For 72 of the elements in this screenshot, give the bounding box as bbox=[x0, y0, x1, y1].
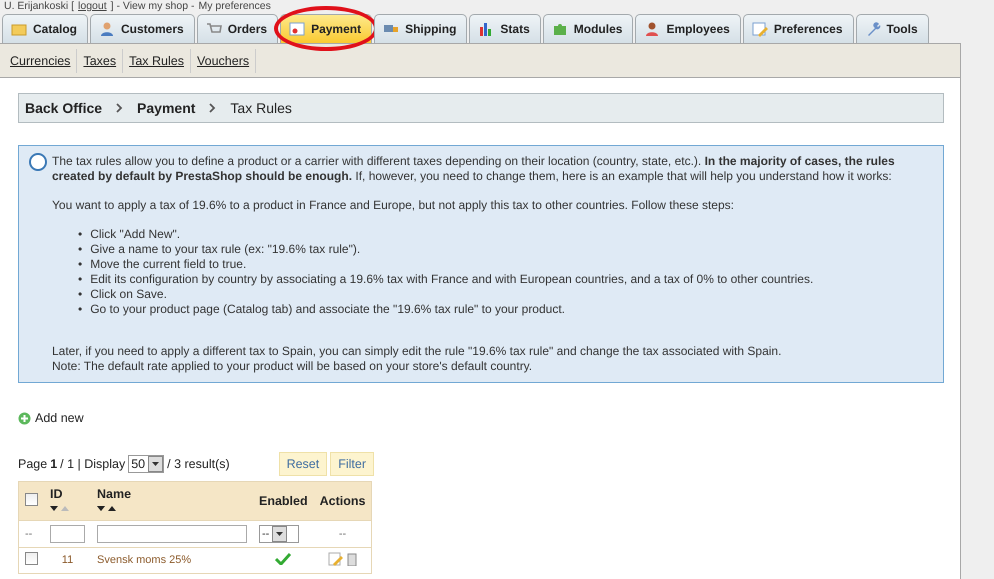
info-text: The tax rules allow you to define a product or a carrier with different taxes depending on their location (country, state, etc.). In the majority of cases, the rules created by default by PrestaShop should be enough. If, however, you need to change them, here is an example that will help you understand how it works: bbox=[52, 154, 896, 184]
page-total: / 1 | Display bbox=[60, 456, 126, 470]
results-count: / 3 result(s) bbox=[167, 456, 230, 470]
subtab-link[interactable]: Currencies bbox=[4, 48, 78, 72]
nav-tab[interactable]: Tools bbox=[856, 14, 929, 43]
caret-icon bbox=[152, 462, 160, 466]
pencil-icon bbox=[752, 21, 768, 37]
sort-arrows-icon bbox=[50, 504, 70, 512]
step-item: Edit its configuration by country by associating a 19.6% tax with France and with European countries, and a tax of 0% to other countries. bbox=[90, 272, 814, 287]
chevron-icon bbox=[209, 103, 216, 113]
step-item: Click "Add New". bbox=[90, 227, 180, 242]
add-new-link[interactable]: Add new bbox=[18, 411, 84, 425]
caret-icon bbox=[276, 532, 284, 536]
column-header: Actions bbox=[314, 481, 372, 520]
subtab-link[interactable]: Taxes bbox=[77, 48, 124, 72]
id-filter-field[interactable] bbox=[50, 524, 85, 542]
filter-button[interactable]: Filter bbox=[330, 452, 374, 476]
display-select[interactable]: 50 bbox=[128, 454, 164, 472]
nav-tab[interactable]: Preferences bbox=[742, 14, 854, 43]
column-header[interactable]: Name bbox=[91, 481, 253, 520]
table-cell: Svensk moms 25% bbox=[97, 554, 192, 566]
nav-tab[interactable]: Stats bbox=[469, 14, 541, 43]
preferences-link[interactable]: My preferences bbox=[198, 0, 271, 13]
breadcrumb-item[interactable]: Tax Rules bbox=[230, 100, 292, 116]
plus-icon bbox=[18, 412, 30, 424]
nav-tab[interactable]: Modules bbox=[542, 14, 634, 43]
breadcrumb-item[interactable]: Back Office bbox=[25, 100, 102, 116]
employee-icon bbox=[644, 21, 660, 37]
view-shop-text: ] - View my shop - bbox=[110, 0, 194, 13]
bullet: • bbox=[78, 257, 82, 272]
info-text: You want to apply a tax of 19.6% to a product in France and Europe, but not apply this tax to other countries. Follow these steps: bbox=[52, 198, 735, 213]
trash-icon[interactable] bbox=[347, 552, 358, 566]
name-filter-field[interactable] bbox=[97, 524, 247, 542]
sort-arrows-icon bbox=[97, 504, 117, 512]
nav-tab[interactable]: Payment bbox=[280, 14, 372, 43]
card-icon bbox=[289, 21, 306, 37]
step-item: Go to your product page (Catalog tab) and associate the "19.6% tax rule" to your product. bbox=[90, 302, 565, 317]
table-cell: -- bbox=[18, 520, 44, 547]
bullet: • bbox=[78, 272, 82, 287]
bullet: • bbox=[78, 287, 82, 302]
checkbox[interactable] bbox=[25, 492, 38, 506]
nav-tab[interactable]: Orders bbox=[196, 14, 278, 43]
nav-tab[interactable]: Customers bbox=[90, 14, 195, 43]
check-icon[interactable] bbox=[275, 552, 292, 564]
nav-tab[interactable]: Catalog bbox=[2, 14, 88, 43]
nav-tab[interactable]: Employees bbox=[635, 14, 741, 43]
nav-tab[interactable]: Shipping bbox=[374, 14, 468, 43]
table-cell: 11 bbox=[44, 547, 91, 573]
note-text: Later, if you need to apply a different tax to Spain, you can simply edit the rule "19.6% tax rule" and change the tax associated with Spain. bbox=[52, 344, 782, 359]
user-name: U. Erijankoski [ bbox=[4, 0, 74, 13]
step-item: Move the current field to true. bbox=[90, 257, 246, 272]
bullet: • bbox=[78, 302, 82, 317]
page-label: Page bbox=[18, 456, 48, 470]
subtab-link[interactable]: Vouchers bbox=[190, 48, 256, 72]
step-item: Give a name to your tax rule (ex: "19.6% tax rule"). bbox=[90, 242, 360, 257]
column-header: Enabled bbox=[253, 481, 314, 520]
page-number: 1 bbox=[50, 456, 58, 470]
breadcrumb-item[interactable]: Payment bbox=[137, 100, 196, 116]
bullet: • bbox=[78, 242, 82, 257]
step-item: Click on Save. bbox=[90, 287, 167, 302]
column-header[interactable]: ID bbox=[44, 481, 91, 520]
table-cell: -- bbox=[314, 520, 372, 547]
note-text: Note: The default rate applied to your product will be based on your store's default country. bbox=[52, 359, 534, 374]
enabled-select[interactable]: -- bbox=[259, 524, 299, 542]
chevron-icon bbox=[116, 103, 124, 113]
person-icon bbox=[99, 21, 116, 37]
edit-icon[interactable] bbox=[328, 552, 344, 566]
subtab-link[interactable]: Tax Rules bbox=[123, 48, 191, 72]
logout-link[interactable]: logout bbox=[78, 0, 107, 13]
checkbox[interactable] bbox=[25, 552, 38, 565]
bullet: • bbox=[78, 227, 82, 242]
filter-button[interactable]: Reset bbox=[278, 452, 328, 476]
